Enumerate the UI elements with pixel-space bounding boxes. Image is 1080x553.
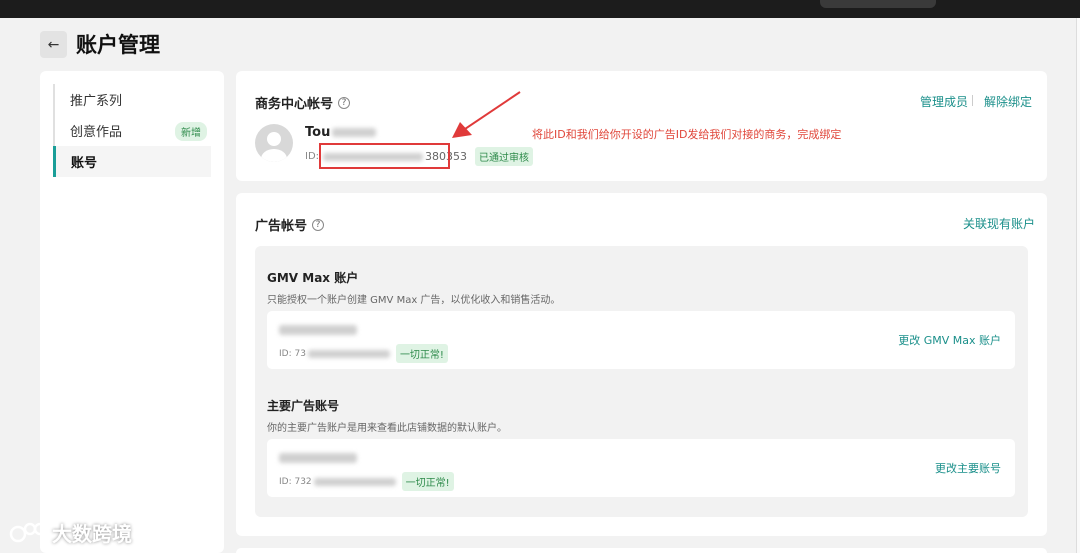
redacted-id bbox=[307, 349, 390, 358]
change-primary-account-link[interactable]: 更改主要账号 bbox=[935, 460, 1001, 476]
redacted-name bbox=[332, 128, 377, 137]
redacted-account-name bbox=[279, 325, 357, 335]
sidebar-item-campaigns[interactable]: 推广系列 bbox=[53, 84, 211, 115]
next-card bbox=[236, 548, 1047, 553]
sidebar-item-accounts[interactable]: 账号 bbox=[53, 146, 211, 177]
annotation-arrow-icon bbox=[452, 91, 521, 138]
top-bar-pill bbox=[820, 0, 936, 8]
page-title: 账户管理 bbox=[76, 33, 160, 57]
annotation-text: 将此ID和我们给你开设的广告ID发给我们对接的商务，完成绑定 bbox=[532, 128, 842, 141]
primary-account-row: ID: 732 一切正常! 更改主要账号 bbox=[267, 439, 1015, 497]
manage-members-link[interactable]: 管理成员 bbox=[920, 93, 968, 110]
arrow-left-icon: ← bbox=[47, 36, 60, 53]
business-center-card: 商务中心帐号 ? 管理成员 解除绑定 Tou ID: 380353 已通过审核 … bbox=[236, 71, 1047, 181]
right-edge-strip bbox=[1076, 18, 1080, 553]
help-icon[interactable]: ? bbox=[338, 96, 351, 109]
gmv-account-desc: 只能授权一个账户创建 GMV Max 广告，以优化收入和销售活动。 bbox=[267, 295, 561, 306]
ad-accounts-card: 广告帐号 ? 关联现有账户 GMV Max 账户 只能授权一个账户创建 GMV … bbox=[236, 193, 1047, 536]
ad-accounts-title: 广告帐号 ? bbox=[255, 215, 325, 234]
highlight-box bbox=[319, 143, 450, 169]
gmv-account-title: GMV Max 账户 bbox=[267, 271, 359, 285]
redacted-account-name bbox=[279, 453, 357, 463]
status-badge: 一切正常! bbox=[395, 344, 448, 363]
sidebar-item-creatives[interactable]: 创意作品 新增 bbox=[53, 115, 211, 146]
help-icon[interactable]: ? bbox=[312, 218, 325, 231]
back-button[interactable]: ← bbox=[40, 31, 67, 58]
link-divider bbox=[972, 95, 973, 106]
watermark: 大数跨境 bbox=[8, 518, 132, 547]
link-existing-account-link[interactable]: 关联现有账户 bbox=[963, 215, 1035, 232]
redacted-id bbox=[313, 477, 396, 486]
unbind-link[interactable]: 解除绑定 bbox=[984, 93, 1032, 110]
sidebar-item-label: 账号 bbox=[71, 156, 98, 171]
watermark-text: 大数跨境 bbox=[52, 522, 132, 546]
sidebar: 推广系列 创意作品 新增 账号 bbox=[40, 71, 224, 553]
gmv-account-id: ID: 73 一切正常! bbox=[279, 344, 448, 363]
sidebar-item-label: 推广系列 bbox=[70, 94, 123, 109]
avatar bbox=[255, 124, 293, 162]
watermark-logo-icon bbox=[9, 522, 47, 542]
sidebar-item-label: 创意作品 bbox=[70, 125, 123, 140]
business-account-name: Tou bbox=[305, 125, 377, 140]
status-badge: 已通过审核 bbox=[475, 147, 534, 166]
status-badge: 一切正常! bbox=[401, 472, 454, 491]
primary-account-title: 主要广告账号 bbox=[267, 399, 340, 413]
change-gmv-account-link[interactable]: 更改 GMV Max 账户 bbox=[898, 332, 1001, 348]
top-bar bbox=[0, 0, 1080, 18]
ad-accounts-panel: GMV Max 账户 只能授权一个账户创建 GMV Max 广告，以优化收入和销… bbox=[255, 246, 1028, 517]
gmv-account-row: ID: 73 一切正常! 更改 GMV Max 账户 bbox=[267, 311, 1015, 369]
primary-account-desc: 你的主要广告账户是用来查看此店铺数据的默认账户。 bbox=[267, 423, 507, 434]
new-badge: 新增 bbox=[175, 122, 207, 141]
business-center-title: 商务中心帐号 ? bbox=[255, 93, 351, 112]
primary-account-id: ID: 732 一切正常! bbox=[279, 472, 454, 491]
